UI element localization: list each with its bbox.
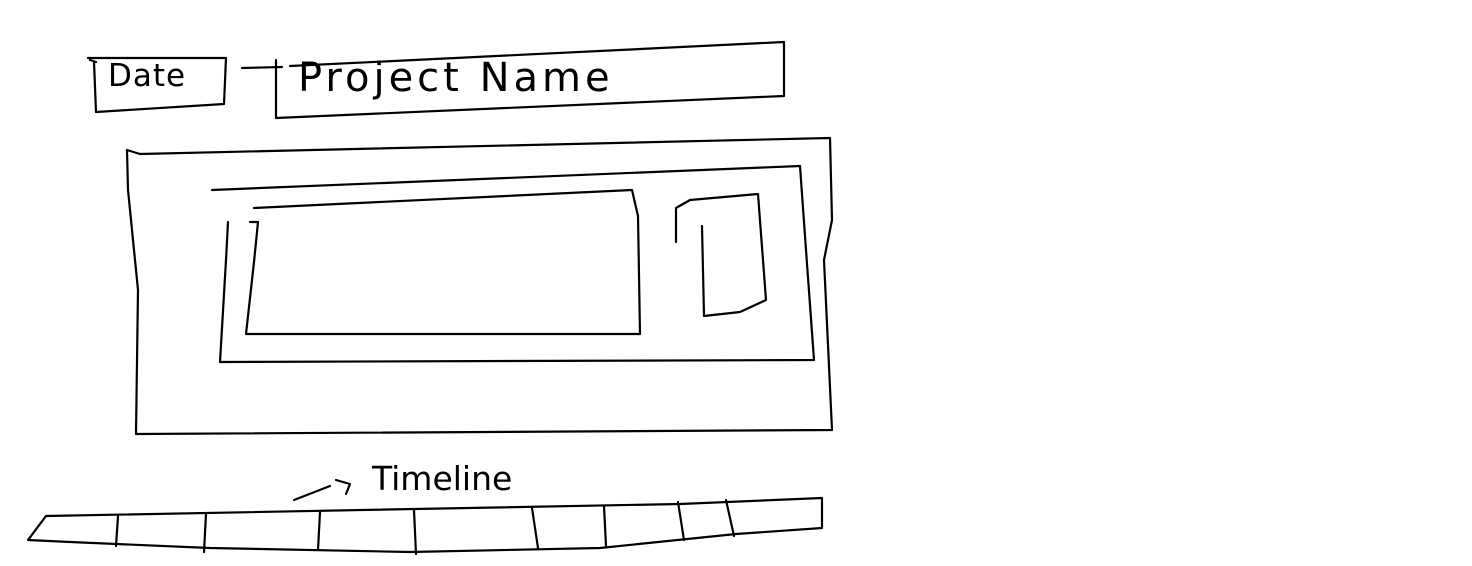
timeline-segment-8[interactable] <box>680 502 726 536</box>
timeline-segment-3[interactable] <box>206 512 318 548</box>
timeline-bar <box>28 498 822 554</box>
project-name-field[interactable] <box>276 42 784 118</box>
main-viewport[interactable] <box>246 190 640 334</box>
timeline-segment-9[interactable] <box>728 500 820 530</box>
timeline-segment-1[interactable] <box>38 514 116 544</box>
side-thumbnail[interactable] <box>676 194 766 316</box>
wireframe-sketch: Date Project Name Timeline <box>0 0 1472 566</box>
timeline-segment-5[interactable] <box>416 508 532 548</box>
timeline-arrow <box>292 478 352 502</box>
timeline-label: Timeline <box>372 459 513 498</box>
timeline-segment-4[interactable] <box>320 510 414 550</box>
timeline-segment-7[interactable] <box>606 504 678 542</box>
timeline-segment-6[interactable] <box>534 506 604 546</box>
timeline-segment-2[interactable] <box>118 514 204 548</box>
date-field[interactable] <box>92 58 226 112</box>
